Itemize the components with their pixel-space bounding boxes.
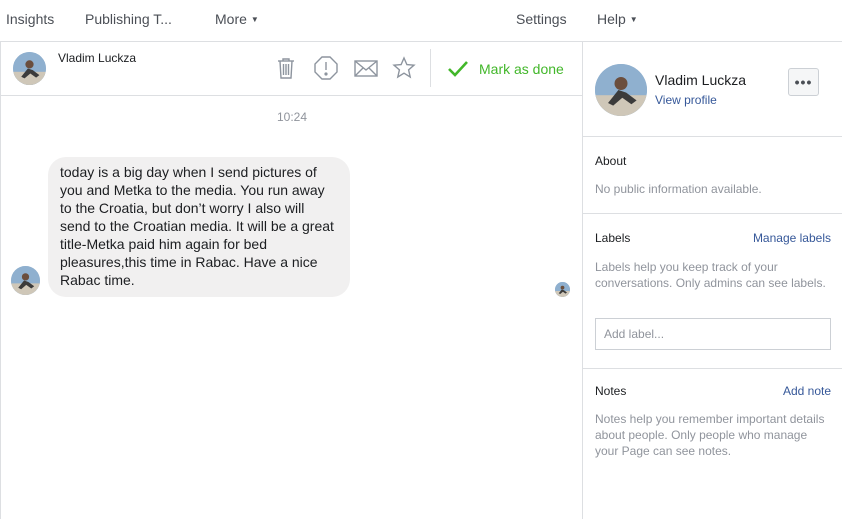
about-title: About [595, 154, 627, 168]
more-icon: ••• [794, 74, 813, 90]
conversation-panel: Vladim Luckza Mark as done 10:24 today i… [0, 42, 583, 519]
avatar-photo [555, 282, 570, 297]
sender-avatar[interactable] [11, 266, 40, 295]
star-icon [392, 56, 416, 79]
nav-help[interactable]: Help ▼ [597, 11, 638, 27]
notes-section: Notes Add note Notes help you remember i… [583, 369, 842, 519]
message-timestamp: 10:24 [276, 110, 308, 124]
checkmark-icon [448, 61, 468, 77]
mark-unread-button[interactable] [353, 55, 379, 81]
labels-title: Labels [595, 231, 631, 245]
nav-more[interactable]: More ▼ [215, 11, 259, 27]
trash-icon [278, 58, 294, 79]
report-icon [314, 56, 338, 80]
nav-help-label: Help [597, 11, 626, 27]
top-nav: Insights Publishing T... More ▼ Settings … [0, 0, 842, 42]
notes-help-text: Notes help you remember important detail… [595, 412, 825, 458]
nav-more-label: More [215, 11, 247, 27]
seen-avatar [555, 282, 570, 297]
details-sidebar: Vladim Luckza View profile ••• About No … [583, 42, 842, 519]
avatar-photo [11, 266, 40, 295]
nav-settings[interactable]: Settings [516, 11, 567, 27]
conversation-header: Vladim Luckza Mark as done [1, 42, 583, 96]
more-options-button[interactable]: ••• [788, 68, 819, 96]
add-label-input[interactable] [595, 318, 831, 350]
about-text: No public information available. [595, 182, 762, 196]
profile-name: Vladim Luckza [655, 72, 747, 88]
profile-section: Vladim Luckza View profile ••• [583, 42, 842, 137]
envelope-icon [354, 60, 378, 77]
delete-button[interactable] [273, 55, 299, 81]
message-bubble[interactable]: today is a big day when I send pictures … [48, 157, 350, 297]
add-note-link[interactable]: Add note [783, 384, 831, 398]
conversation-name: Vladim Luckza [58, 51, 137, 65]
nav-insights[interactable]: Insights [6, 11, 54, 27]
mark-as-done-button[interactable]: Mark as done [447, 58, 564, 80]
manage-labels-link[interactable]: Manage labels [753, 231, 831, 245]
labels-help-text: Labels help you keep track of your conve… [595, 260, 826, 290]
star-button[interactable] [391, 55, 417, 81]
avatar[interactable] [13, 52, 46, 85]
caret-down-icon: ▼ [250, 15, 259, 24]
header-divider [430, 49, 431, 87]
profile-avatar[interactable] [595, 64, 647, 116]
avatar-photo [13, 52, 46, 85]
caret-down-icon: ▼ [629, 15, 638, 24]
notes-title: Notes [595, 384, 627, 398]
avatar-photo [595, 64, 647, 116]
nav-publishing-tools[interactable]: Publishing T... [85, 11, 172, 27]
view-profile-link[interactable]: View profile [655, 93, 717, 107]
mark-as-done-label: Mark as done [479, 61, 564, 77]
about-section: About No public information available. [583, 137, 842, 214]
report-spam-button[interactable] [313, 55, 339, 81]
